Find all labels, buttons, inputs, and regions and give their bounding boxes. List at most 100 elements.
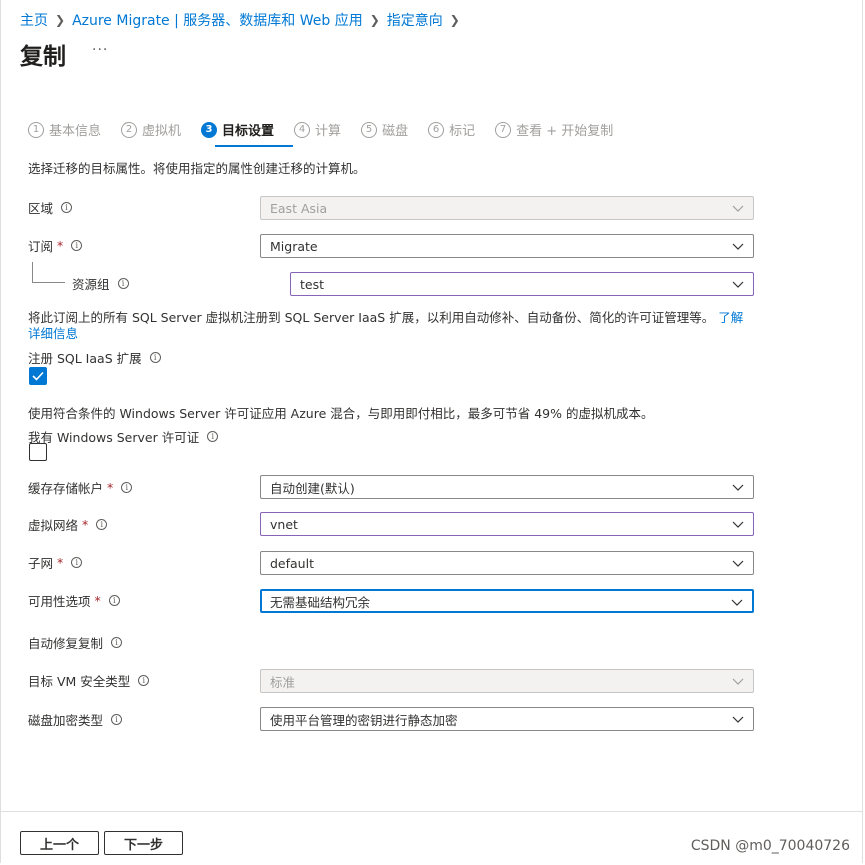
tab-compute[interactable]: 4 计算 <box>294 120 341 139</box>
availability-dropdown[interactable]: 无需基础结构冗余 <box>260 589 754 613</box>
required-asterisk: * <box>57 555 64 570</box>
more-options-button[interactable]: ··· <box>92 42 108 58</box>
tab-virtual-machines[interactable]: 2 虚拟机 <box>121 120 181 139</box>
chevron-down-icon <box>732 716 744 723</box>
checkmark-icon <box>32 371 44 381</box>
info-icon[interactable]: i <box>96 519 108 530</box>
disk-encryption-label: 磁盘加密类型 i <box>28 710 123 729</box>
step-number: 5 <box>361 121 378 138</box>
chevron-right-icon: ❯ <box>369 13 380 27</box>
step-label: 目标设置 <box>222 124 275 139</box>
learn-more-text-a: 了解 <box>718 310 744 325</box>
next-button[interactable]: 下一步 <box>104 831 183 855</box>
cache-storage-label: 缓存存储帐户 * i <box>28 478 133 497</box>
wizard-steps: 1 基本信息 2 虚拟机 3 目标设置 4 计算 5 磁盘 6 标记 7 查看 + 开始复制 <box>28 120 633 139</box>
cache-storage-label-text: 缓存存储帐户 <box>28 481 104 496</box>
watermark-text: CSDN @m0_70040726 <box>690 838 850 854</box>
info-icon[interactable]: i <box>71 240 83 251</box>
disk-encryption-dropdown[interactable]: 使用平台管理的密钥进行静态加密 <box>260 707 754 731</box>
region-dropdown: East Asia <box>260 196 754 220</box>
vm-security-label: 目标 VM 安全类型 i <box>28 671 150 690</box>
subscription-label-text: 订阅 <box>28 239 54 254</box>
resource-group-dropdown[interactable]: test <box>290 272 754 296</box>
previous-button[interactable]: 上一个 <box>20 831 99 855</box>
subnet-dropdown[interactable]: default <box>260 551 754 575</box>
resource-group-value: test <box>300 276 325 292</box>
step-label: 虚拟机 <box>142 124 182 139</box>
chevron-down-icon <box>732 205 744 212</box>
info-icon[interactable]: i <box>108 595 120 606</box>
availability-label: 可用性选项 * i <box>28 591 120 610</box>
subnet-value: default <box>270 555 314 571</box>
info-icon[interactable]: i <box>207 431 219 442</box>
required-asterisk: * <box>107 480 114 495</box>
tab-basics[interactable]: 1 基本信息 <box>28 120 101 139</box>
info-icon[interactable]: i <box>117 278 129 289</box>
cache-storage-dropdown[interactable]: 自动创建(默认) <box>260 475 754 499</box>
required-asterisk: * <box>82 517 89 532</box>
step-label: 标记 <box>449 124 476 139</box>
subscription-value: Migrate <box>270 238 318 254</box>
auto-repair-label: 自动修复复制 i <box>28 633 123 652</box>
intro-text: 选择迁移的目标属性。将使用指定的属性创建迁移的计算机。 <box>28 161 366 176</box>
vm-security-value: 标准 <box>270 674 296 690</box>
windows-license-checkbox[interactable] <box>29 443 47 461</box>
subnet-label: 子网 * i <box>28 553 83 572</box>
license-label: 我有 Windows Server 许可证 i <box>28 427 219 446</box>
chevron-down-icon <box>732 484 744 491</box>
sql-iaas-label: 注册 SQL IaaS 扩展 i <box>28 348 161 367</box>
breadcrumb-azure-migrate-link[interactable]: Azure Migrate | 服务器、数据库和 Web 应用 <box>72 10 363 30</box>
step-label: 磁盘 <box>382 124 409 139</box>
license-label-text: 我有 Windows Server 许可证 <box>28 430 200 445</box>
breadcrumb-intent-link[interactable]: 指定意向 <box>387 10 443 30</box>
required-asterisk: * <box>57 238 64 253</box>
region-label: 区域 i <box>28 198 73 217</box>
page-title: 复制 <box>20 44 66 70</box>
vm-security-dropdown: 标准 <box>260 669 754 693</box>
chevron-down-icon <box>732 243 744 250</box>
tree-connector <box>32 262 65 283</box>
info-icon[interactable]: i <box>111 714 123 725</box>
required-asterisk: * <box>94 593 101 608</box>
resource-group-label-text: 资源组 <box>72 277 110 292</box>
auto-repair-label-text: 自动修复复制 <box>28 636 104 651</box>
cache-storage-value: 自动创建(默认) <box>270 480 355 496</box>
info-icon[interactable]: i <box>61 202 73 213</box>
disk-encryption-value: 使用平台管理的密钥进行静态加密 <box>270 712 458 728</box>
info-icon[interactable]: i <box>71 557 83 568</box>
tab-disks[interactable]: 5 磁盘 <box>361 120 408 139</box>
sql-iaas-description: 将此订阅上的所有 SQL Server 虚拟机注册到 SQL Server Ia… <box>28 310 758 342</box>
subscription-label: 订阅 * i <box>28 236 83 255</box>
breadcrumb-home-link[interactable]: 主页 <box>20 10 48 30</box>
info-icon[interactable]: i <box>149 352 161 363</box>
subscription-dropdown[interactable]: Migrate <box>260 234 754 258</box>
tab-target-settings[interactable]: 3 目标设置 <box>201 120 274 139</box>
vnet-dropdown[interactable]: vnet <box>260 512 754 536</box>
region-label-text: 区域 <box>28 201 54 216</box>
sql-iaas-label-text: 注册 SQL IaaS 扩展 <box>28 351 142 366</box>
resource-group-label: 资源组 i <box>72 274 129 293</box>
step-number: 4 <box>294 121 311 138</box>
tab-review-start[interactable]: 7 查看 + 开始复制 <box>495 120 613 139</box>
step-number: 1 <box>28 121 44 138</box>
vnet-label: 虚拟网络 * i <box>28 515 108 534</box>
info-icon[interactable]: i <box>111 637 123 648</box>
step-label: 基本信息 <box>49 124 102 139</box>
info-icon[interactable]: i <box>121 482 133 493</box>
learn-more-text-b: 详细信息 <box>28 326 79 341</box>
step-number: 3 <box>201 121 218 138</box>
chevron-right-icon: ❯ <box>55 13 66 27</box>
region-value: East Asia <box>270 200 328 216</box>
vm-security-label-text: 目标 VM 安全类型 <box>28 674 131 689</box>
availability-value: 无需基础结构冗余 <box>270 594 371 610</box>
step-label: 查看 + 开始复制 <box>516 124 614 139</box>
step-number: 7 <box>495 121 512 138</box>
breadcrumb: 主页 ❯ Azure Migrate | 服务器、数据库和 Web 应用 ❯ 指… <box>20 10 467 30</box>
vnet-label-text: 虚拟网络 <box>28 518 79 533</box>
vnet-value: vnet <box>270 516 298 532</box>
hybrid-benefit-note: 使用符合条件的 Windows Server 许可证应用 Azure 混合，与即… <box>28 406 654 421</box>
step-number: 2 <box>121 121 138 138</box>
info-icon[interactable]: i <box>138 675 150 686</box>
tab-tags[interactable]: 6 标记 <box>428 120 475 139</box>
sql-iaas-checkbox[interactable] <box>29 367 47 385</box>
